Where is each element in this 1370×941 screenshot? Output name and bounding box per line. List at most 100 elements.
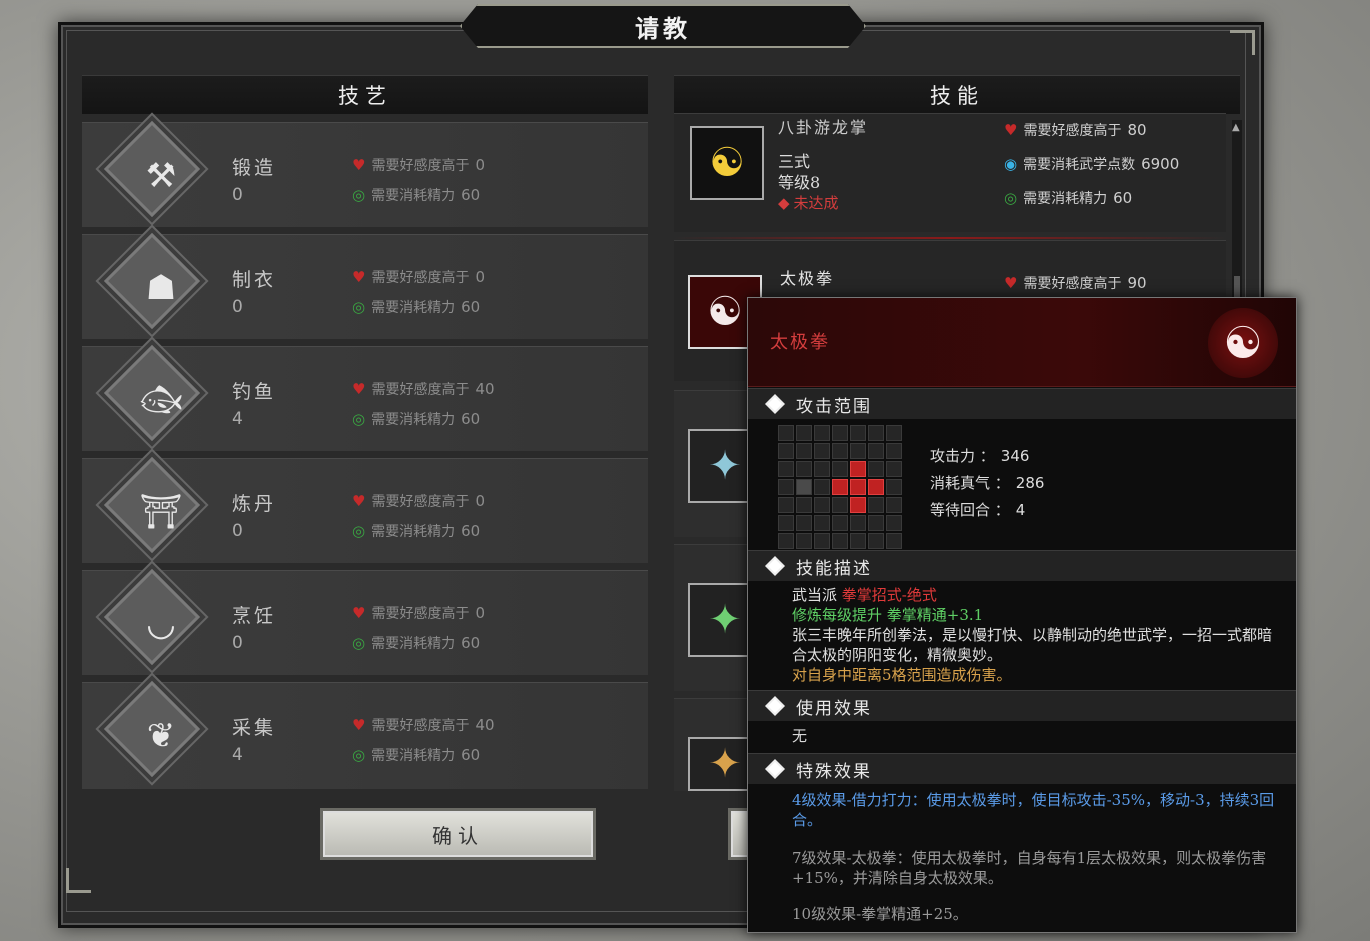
range-cell — [886, 515, 902, 531]
range-cell — [832, 443, 848, 459]
favor-req-value: 0 — [475, 604, 485, 622]
range-cell — [814, 515, 830, 531]
range-cell — [868, 533, 884, 549]
points-requirement: ◉ 需要消耗武学点数 6900 — [1004, 154, 1179, 174]
range-cell-self — [796, 479, 812, 495]
stat-label: 消耗真气 — [930, 474, 991, 492]
range-cell — [886, 425, 902, 441]
energy-icon: ◎ — [352, 298, 366, 316]
tooltip-header: 太极拳 ☯ — [748, 298, 1296, 387]
range-cell — [778, 533, 794, 549]
dialog-title-plate: 请教 — [460, 4, 866, 48]
heart-icon: ♥ — [352, 716, 366, 734]
section-title: 攻击范围 — [796, 396, 872, 417]
energy-req-value: 60 — [461, 522, 481, 540]
section-diamond-icon — [765, 696, 785, 716]
section-attack-range: 攻击范围 — [748, 388, 1296, 419]
energy-icon: ◎ — [352, 410, 366, 428]
scroll-up-icon[interactable]: ▲ — [1232, 122, 1240, 133]
energy-req-label: 需要消耗精力 — [371, 524, 456, 540]
sect-name: 武当派 — [792, 586, 838, 604]
range-cell — [778, 515, 794, 531]
stat-label: 等待回合 — [930, 501, 991, 519]
range-cell — [886, 497, 902, 513]
energy-req-label: 需要消耗精力 — [371, 188, 456, 204]
skill-row-bagua[interactable]: ☯ 八卦游龙掌 三式 等级8 ◆ 未达成 ♥ 需要好感度高于 80 ◉ 需要消耗武学点数… — [674, 113, 1226, 232]
stat-qi-cost: 消耗真气 ： 286 — [930, 474, 1045, 492]
energy-req-label: 需要消耗精力 — [1023, 191, 1108, 207]
special-effect-lv7: 7级效果-太极拳：使用太极拳时，自身每有1层太极效果，则太极拳伤害+15%，并清… — [792, 849, 1267, 887]
craft-level: 0 — [232, 297, 243, 317]
craft-level: 4 — [232, 745, 243, 765]
energy-req-value: 60 — [461, 186, 481, 204]
craft-row-gathering[interactable]: ❦ 采集 4 ♥ 需要好感度高于 40 ◎ 需要消耗精力 60 — [82, 680, 648, 789]
per-level-label: 修炼每级提升 — [792, 606, 883, 624]
range-cell — [778, 425, 794, 441]
craft-row-tailoring[interactable]: ☗ 制衣 0 ♥ 需要好感度高于 0 ◎ 需要消耗精力 60 — [82, 232, 648, 339]
favor-req-label: 需要好感度高于 — [371, 606, 470, 622]
range-cell — [796, 533, 812, 549]
energy-req-value: 60 — [461, 746, 481, 764]
range-cell — [778, 497, 794, 513]
craft-row-cooking[interactable]: ◡ 烹饪 0 ♥ 需要好感度高于 0 ◎ 需要消耗精力 60 — [82, 568, 648, 675]
range-cell — [868, 461, 884, 477]
range-cell — [886, 461, 902, 477]
craft-name: 炼丹 — [232, 493, 277, 515]
confirm-button[interactable]: 确认 — [320, 808, 596, 860]
craft-level: 0 — [232, 521, 243, 541]
heart-icon: ♥ — [352, 380, 366, 398]
crafts-header-label: 技艺 — [338, 84, 392, 108]
points-req-label: 需要消耗武学点数 — [1023, 157, 1136, 173]
favor-req-label: 需要好感度高于 — [371, 382, 470, 398]
range-cell — [868, 425, 884, 441]
energy-icon: ◎ — [352, 522, 366, 540]
energy-req-label: 需要消耗精力 — [371, 300, 456, 316]
heart-icon: ♥ — [352, 156, 366, 174]
taiji-fist-icon: ☯ — [1208, 308, 1278, 378]
energy-req-label: 需要消耗精力 — [371, 748, 456, 764]
energy-req-label: 需要消耗精力 — [371, 412, 456, 428]
favor-requirement: ♥ 需要好感度高于 90 — [1004, 273, 1147, 293]
range-cell — [814, 443, 830, 459]
range-cell-hit — [850, 497, 866, 513]
heart-icon: ♥ — [352, 268, 366, 286]
range-cell — [814, 461, 830, 477]
range-cell-hit — [832, 479, 848, 495]
range-cell — [832, 533, 848, 549]
section-title: 特殊效果 — [796, 761, 872, 782]
favor-req-label: 需要好感度高于 — [371, 718, 470, 734]
craft-row-alchemy[interactable]: ⛩ 炼丹 0 ♥ 需要好感度高于 0 ◎ 需要消耗精力 60 — [82, 456, 648, 563]
energy-icon: ◎ — [352, 186, 366, 204]
skill-name: 太极拳 — [780, 269, 835, 288]
range-cell — [814, 533, 830, 549]
skill-tooltip: 太极拳 ☯ 攻击范围 攻击力 ： 346 消耗真气 ： 286 等待回合 ： 4 技能… — [747, 297, 1297, 933]
section-special-effect: 特殊效果 — [748, 753, 1296, 784]
favor-requirement: ♥ 需要好感度高于 40 — [352, 715, 495, 735]
craft-level: 4 — [232, 409, 243, 429]
heart-icon: ♥ — [1004, 121, 1018, 139]
favor-req-value: 40 — [475, 716, 495, 734]
range-cell — [850, 533, 866, 549]
favor-requirement: ♥ 需要好感度高于 0 — [352, 491, 485, 511]
energy-requirement: ◎ 需要消耗精力 60 — [352, 745, 480, 765]
fish-icon: 🐟︎ — [139, 380, 183, 420]
craft-row-forging[interactable]: ⚒ 锻造 0 ♥ 需要好感度高于 0 ◎ 需要消耗精力 60 — [82, 120, 648, 227]
section-use-effect: 使用效果 — [748, 690, 1296, 721]
stat-value: 4 — [1015, 501, 1026, 519]
craft-name: 烹饪 — [232, 605, 277, 627]
favor-req-label: 需要好感度高于 — [371, 270, 470, 286]
favor-requirement: ♥ 需要好感度高于 0 — [352, 155, 485, 175]
special-effect-lv4: 4级效果-借力打力：使用太极拳时，使目标攻击-35%，移动-3，持续3回合。 — [792, 791, 1275, 829]
energy-req-label: 需要消耗精力 — [371, 636, 456, 652]
use-effect-value: 无 — [792, 727, 808, 745]
favor-req-value: 0 — [475, 156, 485, 174]
skill-status: ◆ 未达成 — [778, 192, 839, 213]
craft-row-fishing[interactable]: 🐟︎ 钓鱼 4 ♥ 需要好感度高于 40 ◎ 需要消耗精力 60 — [82, 344, 648, 451]
skill-divider — [674, 237, 1226, 239]
range-cell — [886, 443, 902, 459]
craft-name: 制衣 — [232, 269, 277, 291]
skills-header-label: 技能 — [930, 84, 984, 108]
confirm-button-label: 确认 — [432, 823, 484, 848]
favor-req-value: 80 — [1127, 121, 1147, 139]
stat-value: 346 — [1000, 447, 1030, 465]
